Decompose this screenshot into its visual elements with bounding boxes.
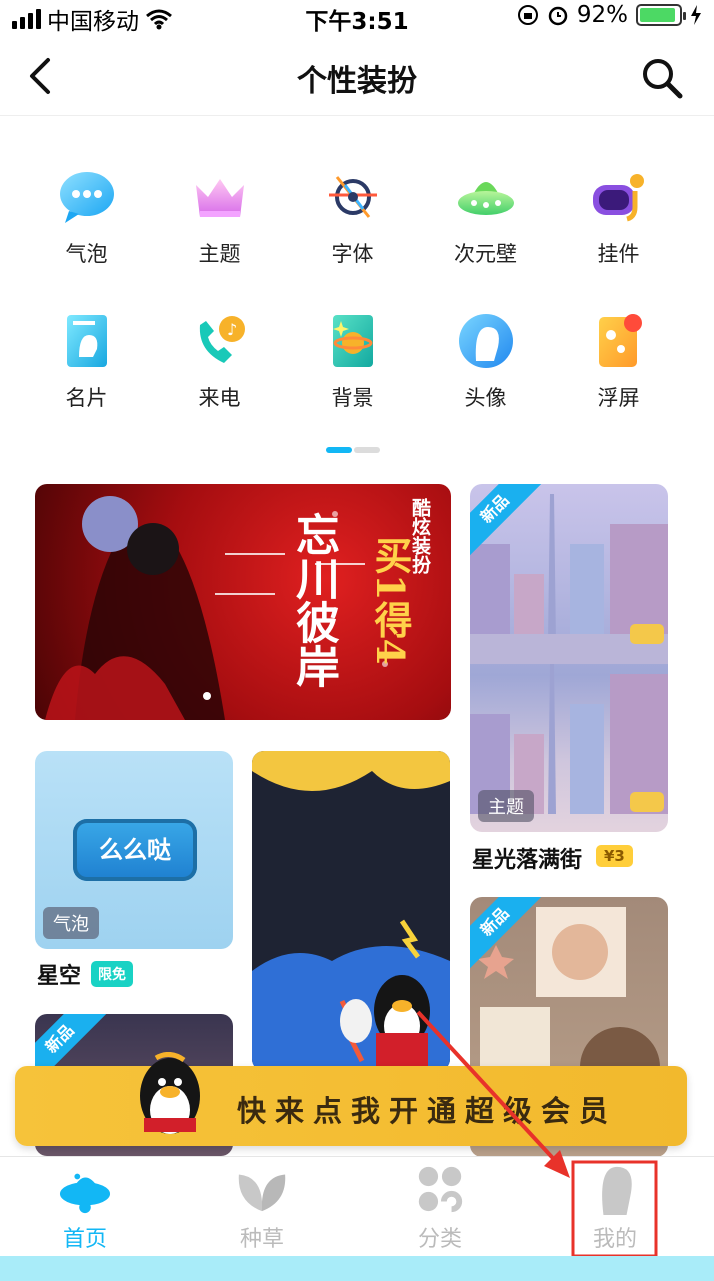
phone-icon: ♪ xyxy=(189,310,251,372)
category-background[interactable]: 背景 xyxy=(286,310,419,412)
category-pager xyxy=(326,447,380,453)
price-badge: ¥3 xyxy=(596,845,633,867)
category-label: 次元壁 xyxy=(454,242,517,266)
planet-icon xyxy=(322,310,384,372)
card-icon xyxy=(56,310,118,372)
category-bubble[interactable]: 气泡 xyxy=(20,166,153,268)
theme-card-city[interactable]: 新品 主题 xyxy=(470,484,668,832)
category-font[interactable]: 字体 xyxy=(286,166,419,268)
bubble-card-starry[interactable]: 么么哒 气泡 xyxy=(35,751,233,949)
tab-home[interactable]: 首页 xyxy=(30,1163,140,1253)
free-badge: 限免 xyxy=(91,961,133,987)
chevron-left-icon xyxy=(30,58,50,94)
category-avatar[interactable]: 头像 xyxy=(419,310,552,412)
search-icon xyxy=(643,59,683,99)
bottom-strip xyxy=(0,1256,714,1281)
back-button[interactable] xyxy=(24,54,64,98)
type-tag: 主题 xyxy=(478,790,534,822)
category-grid-icon xyxy=(418,1166,463,1213)
category-label: 气泡 xyxy=(65,242,108,266)
profile-icon xyxy=(602,1166,632,1215)
tab-mine[interactable]: 我的 xyxy=(560,1163,670,1253)
banner-offer: 买1得4 xyxy=(368,536,413,665)
font-icon xyxy=(322,166,384,228)
ufo-icon xyxy=(455,166,517,228)
category-label: 背景 xyxy=(331,386,374,410)
status-bar: 中国移动 下午3:51 92% xyxy=(0,0,714,35)
category-incoming-call[interactable]: ♪ 来电 xyxy=(153,310,286,412)
vip-promo-text: 快来点我开通超级会员 xyxy=(237,1094,618,1128)
category-pendant[interactable]: 挂件 xyxy=(552,166,685,268)
svg-text:♪: ♪ xyxy=(227,320,237,339)
category-float-screen[interactable]: 浮屏 xyxy=(552,310,685,412)
battery-percent: 92% xyxy=(576,2,628,28)
banner-page-dot xyxy=(203,692,211,700)
category-namecard[interactable]: 名片 xyxy=(20,310,153,412)
search-button[interactable] xyxy=(640,56,684,100)
bubble-text: 么么哒 xyxy=(99,836,171,864)
theme-card-qq[interactable] xyxy=(252,751,450,1071)
nav-bar: 个性装扮 xyxy=(0,36,714,116)
qq-penguin-illustration xyxy=(252,751,450,1071)
category-label: 主题 xyxy=(198,242,241,266)
city-illustration xyxy=(470,494,668,814)
ufo-home-icon xyxy=(59,1173,111,1214)
charging-icon xyxy=(691,5,701,25)
type-tag: 气泡 xyxy=(43,907,99,939)
category-label: 字体 xyxy=(331,242,374,266)
banner-title: 忘川彼岸 xyxy=(288,512,339,688)
bubble-preview: 么么哒 xyxy=(73,819,197,881)
rotation-lock-icon xyxy=(517,5,538,25)
tab-label: 分类 xyxy=(417,1227,462,1252)
category-theme[interactable]: 主题 xyxy=(153,166,286,268)
category-label: 挂件 xyxy=(597,242,640,266)
avatar-icon xyxy=(455,310,517,372)
bubble-icon xyxy=(56,166,118,228)
tab-label: 我的 xyxy=(592,1227,637,1252)
category-label: 浮屏 xyxy=(597,386,640,410)
goggles-icon xyxy=(588,166,650,228)
tab-category[interactable]: 分类 xyxy=(385,1163,495,1253)
item-title: 星光落满街 xyxy=(472,848,583,873)
tab-label: 种草 xyxy=(239,1227,284,1252)
leaf-icon xyxy=(238,1174,286,1212)
category-label: 来电 xyxy=(198,386,241,410)
bottom-tab-bar: 首页 种草 分类 我的 xyxy=(0,1156,714,1256)
crown-icon xyxy=(189,166,251,228)
tab-grass[interactable]: 种草 xyxy=(207,1163,317,1253)
item-title: 星空 xyxy=(37,964,82,989)
float-screen-icon xyxy=(588,310,650,372)
penguin-icon xyxy=(140,1052,200,1134)
tab-label: 首页 xyxy=(62,1227,107,1252)
page-title: 个性装扮 xyxy=(297,64,417,99)
category-label: 头像 xyxy=(464,386,507,410)
category-label: 名片 xyxy=(65,386,108,410)
alarm-icon xyxy=(548,6,568,26)
category-dimension-wall[interactable]: 次元壁 xyxy=(419,166,552,268)
vip-promo-banner[interactable]: 快来点我开通超级会员 xyxy=(15,1052,687,1146)
category-grid: 气泡 主题 字体 次元壁 挂件 名片 ♪ 来电 背景 头像 浮屏 xyxy=(20,166,686,412)
promo-banner[interactable]: 忘川彼岸 酷炫装扮 买1得4 xyxy=(35,484,451,720)
battery-icon xyxy=(636,4,686,26)
